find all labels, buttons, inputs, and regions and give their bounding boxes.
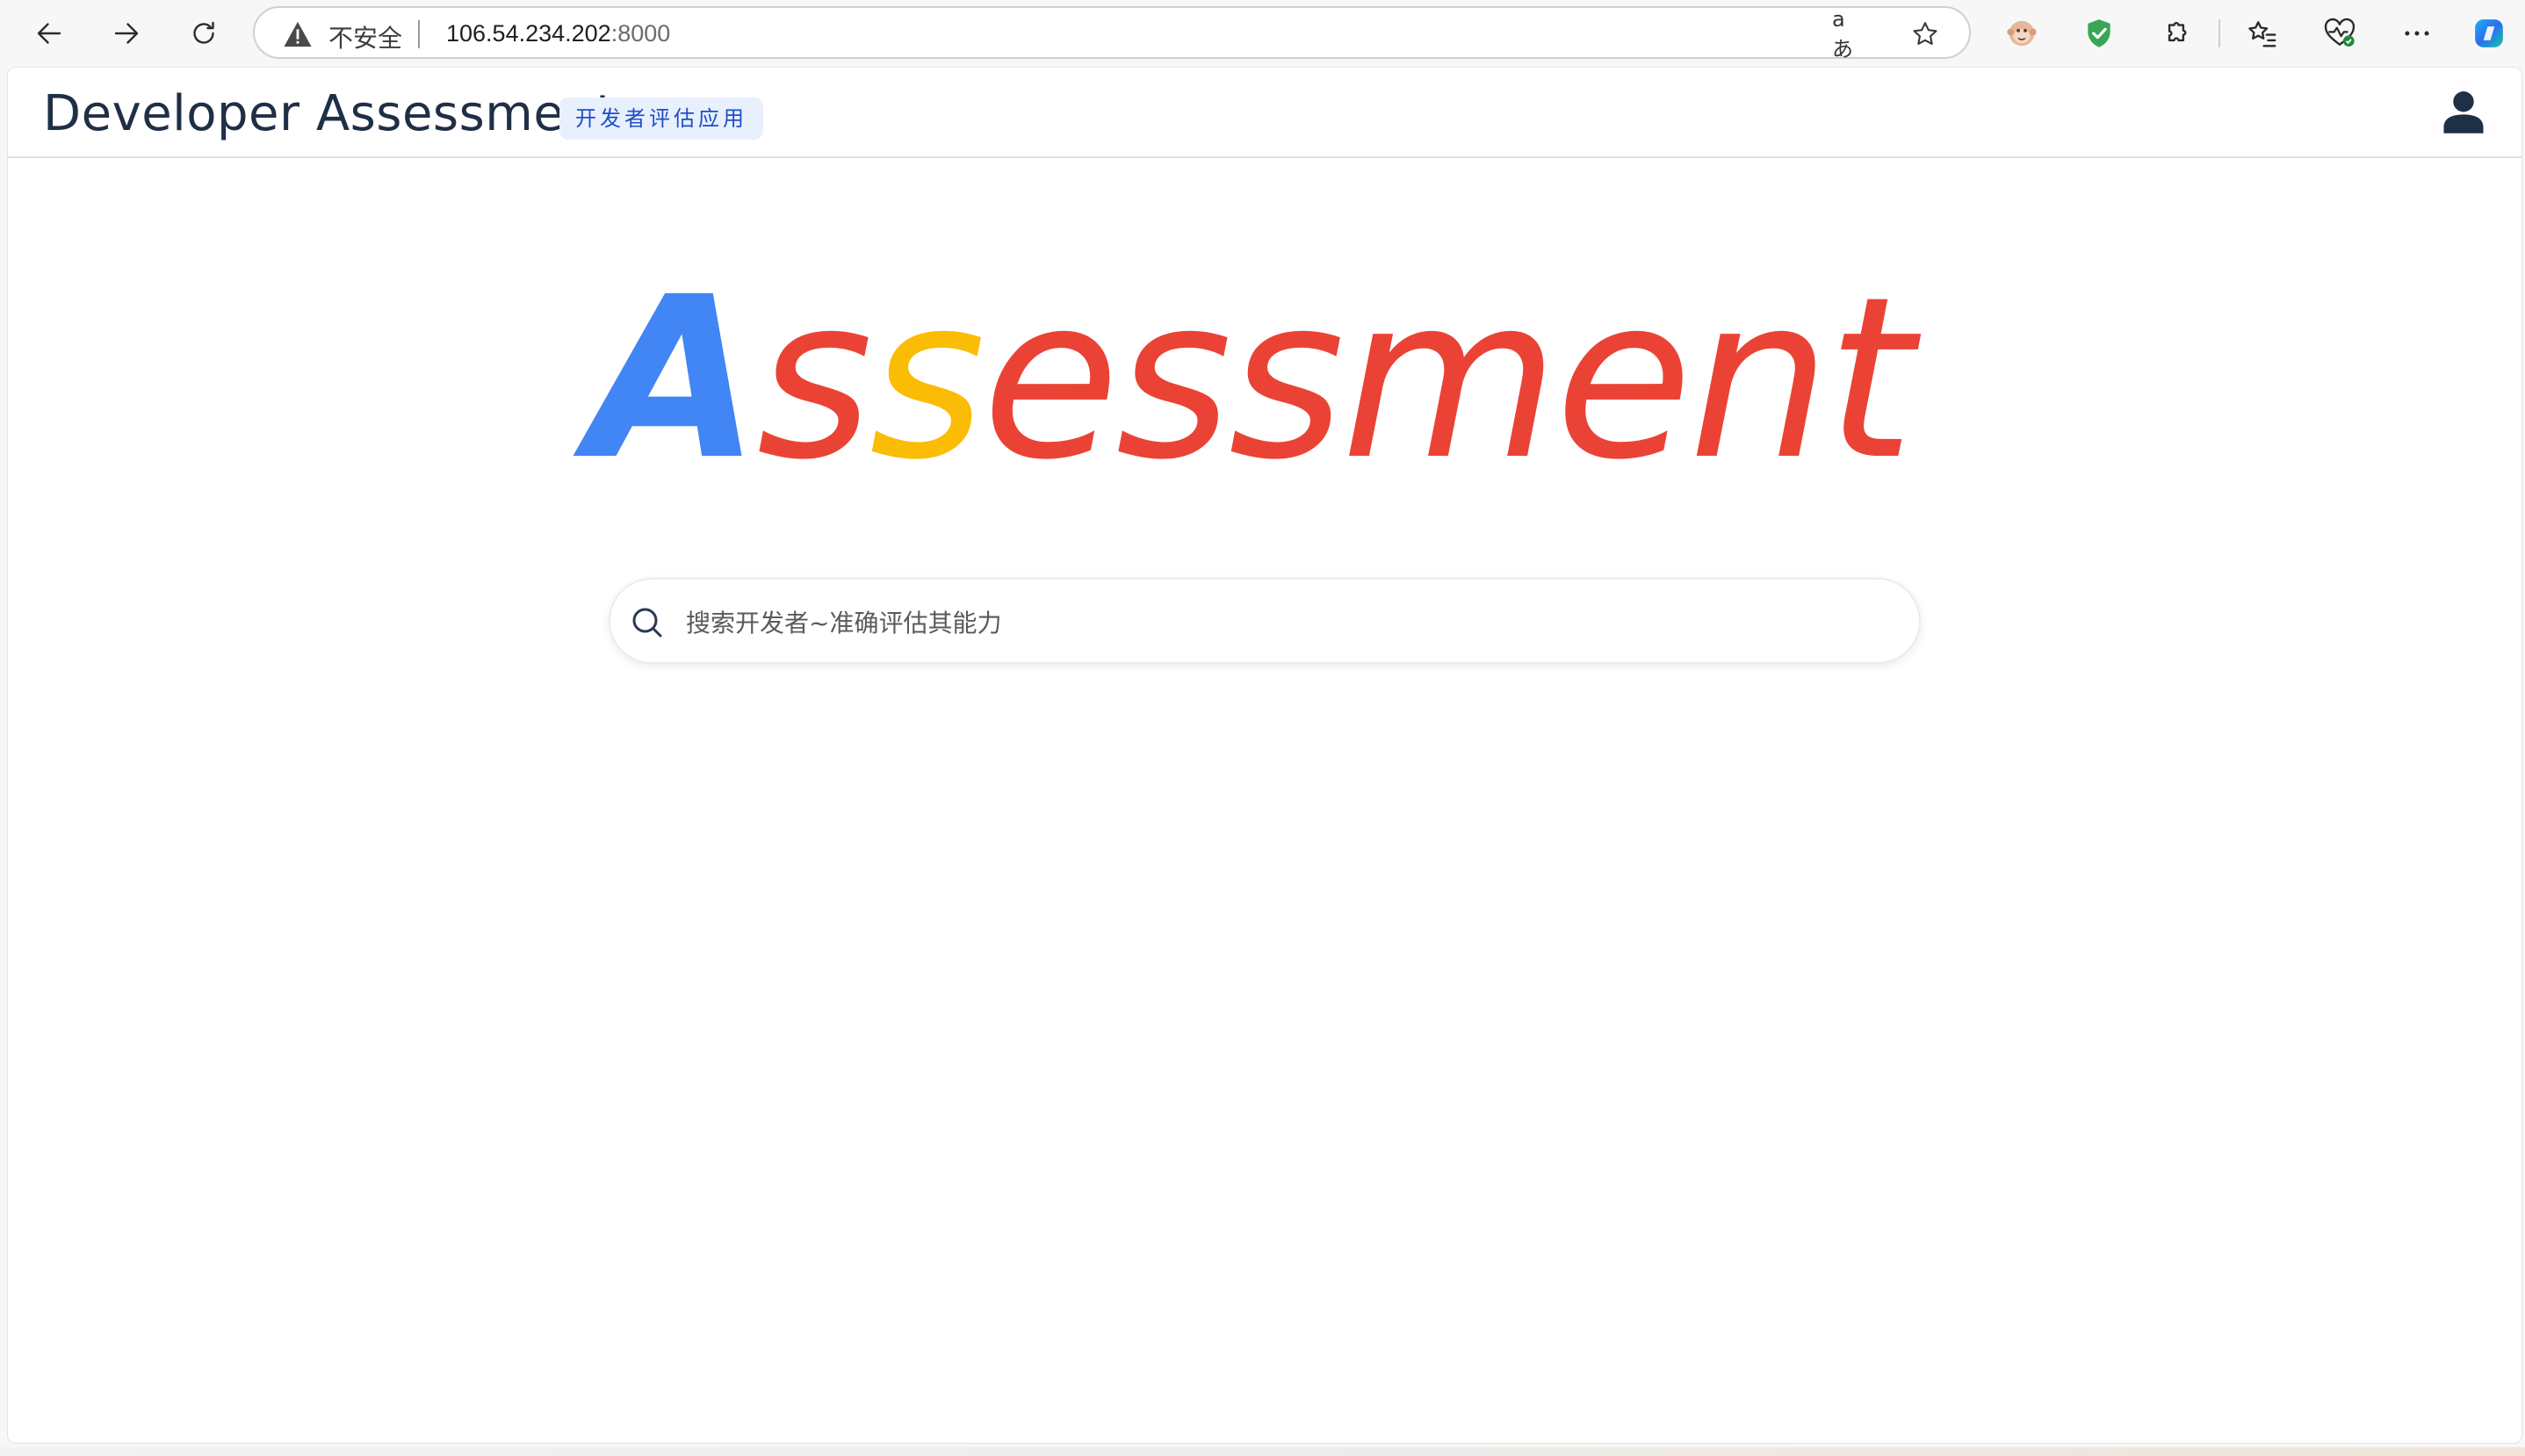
app-tag-badge: 开发者评估应用 <box>559 97 763 140</box>
arrow-right-icon <box>114 23 139 44</box>
more-dots-icon <box>2405 31 2429 36</box>
app-title[interactable]: Developer Assessment <box>43 85 616 142</box>
health-button[interactable] <box>2319 12 2361 54</box>
shield-extension-button[interactable] <box>2078 12 2120 54</box>
shield-check-icon <box>2088 19 2110 47</box>
translate-button[interactable]: aあ <box>1832 7 1864 61</box>
arrow-left-icon <box>37 23 61 44</box>
extensions-button[interactable] <box>2155 12 2197 54</box>
logo-letter-a: A <box>588 249 761 508</box>
bottom-edge <box>0 1447 2525 1456</box>
toolbar-separator <box>2218 19 2220 47</box>
page-viewport: Developer Assessment 开发者评估应用 Assessment <box>7 67 2522 1444</box>
url-text[interactable]: 106.54.234.202:8000 <box>446 20 670 47</box>
user-icon <box>2443 91 2484 133</box>
search-input[interactable] <box>684 595 1900 650</box>
favorites-button[interactable] <box>2241 12 2283 54</box>
browser-toolbar: 不安全 106.54.234.202:8000 aあ <box>0 0 2525 67</box>
logo-letter-s-1: s <box>756 249 873 508</box>
copilot-icon <box>2475 19 2503 47</box>
address-bar[interactable]: 不安全 106.54.234.202:8000 aあ <box>253 6 1971 61</box>
url-port: :8000 <box>610 20 671 47</box>
translate-icon: aあ <box>1832 6 1853 61</box>
copilot-button[interactable] <box>2468 12 2510 54</box>
forward-button[interactable] <box>105 12 148 54</box>
assessment-logo: Assessment <box>588 264 1958 493</box>
puzzle-icon <box>2168 21 2187 42</box>
favorite-button[interactable] <box>1909 18 1941 50</box>
heart-pulse-icon <box>2324 18 2355 47</box>
search-icon <box>632 608 662 638</box>
monkey-extension-icon <box>2007 20 2037 47</box>
back-button[interactable] <box>28 12 70 54</box>
user-account-button[interactable] <box>2437 85 2490 138</box>
reload-button[interactable] <box>183 12 225 54</box>
more-button[interactable] <box>2396 12 2438 54</box>
url-host: 106.54.234.202 <box>446 20 611 47</box>
address-divider <box>418 20 420 48</box>
monkey-extension-button[interactable] <box>2001 12 2043 54</box>
favorites-list-icon <box>2248 21 2276 47</box>
logo-letters-rest: essment <box>982 249 1914 508</box>
star-icon <box>1913 22 1937 45</box>
warning-triangle-icon[interactable] <box>283 20 313 48</box>
search-box[interactable] <box>609 578 1921 664</box>
reload-icon <box>193 21 214 44</box>
logo-letter-s-2: s <box>869 249 985 508</box>
security-status-label[interactable]: 不安全 <box>328 19 402 54</box>
app-header: Developer Assessment 开发者评估应用 <box>8 68 2521 158</box>
